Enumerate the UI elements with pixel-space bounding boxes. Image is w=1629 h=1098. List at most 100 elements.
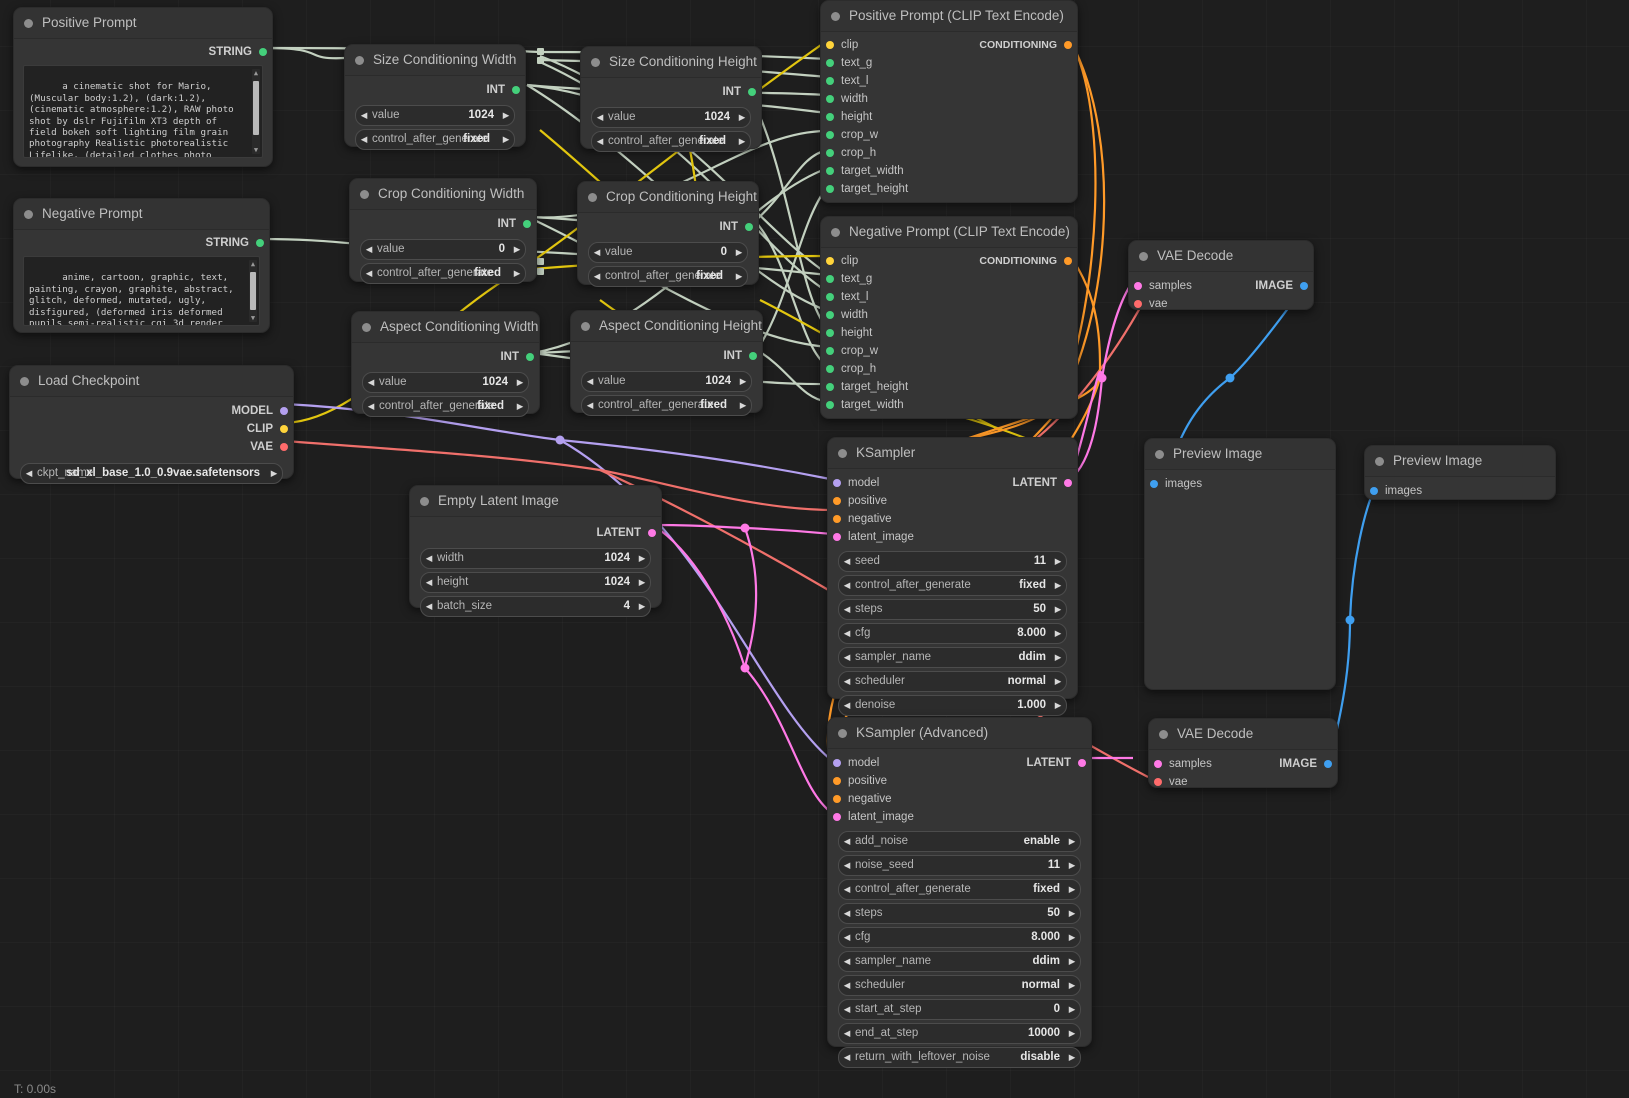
widget-denoise[interactable]: ◀ denoise 1.000 ▶ [838, 695, 1067, 716]
decrement-arrow-icon[interactable]: ◀ [839, 696, 855, 715]
widget-steps[interactable]: ◀ steps 50 ▶ [838, 599, 1067, 620]
decrement-arrow-icon[interactable]: ◀ [839, 600, 855, 619]
port-dot-icon[interactable] [826, 59, 834, 67]
port-dot-icon[interactable] [826, 185, 834, 193]
collapse-dot-icon[interactable] [24, 210, 33, 219]
scroll-down-icon[interactable]: ▼ [249, 314, 257, 322]
collapse-dot-icon[interactable] [1155, 450, 1164, 459]
increment-arrow-icon[interactable]: ▶ [734, 132, 750, 151]
port-dot-icon[interactable] [826, 347, 834, 355]
scrollbar-thumb[interactable] [250, 272, 256, 310]
input-port-positive[interactable]: positive [828, 772, 1091, 790]
widget-value[interactable]: ◀ value 0 ▶ [588, 242, 748, 263]
decrement-arrow-icon[interactable]: ◀ [589, 243, 605, 262]
node-vae-decode-bottom[interactable]: VAE Decode IMAGE samples vae [1148, 718, 1338, 788]
decrement-arrow-icon[interactable]: ◀ [839, 952, 855, 971]
widget-steps[interactable]: ◀ steps 50 ▶ [838, 903, 1081, 924]
widget-add-noise[interactable]: ◀ add_noise enable ▶ [838, 831, 1081, 852]
port-dot-icon[interactable] [833, 777, 841, 785]
port-dot-icon[interactable] [280, 407, 288, 415]
decrement-arrow-icon[interactable]: ◀ [592, 132, 608, 151]
port-dot-icon[interactable] [826, 149, 834, 157]
node-vae-decode-top[interactable]: VAE Decode IMAGE samples vae [1128, 240, 1314, 310]
widget-control-after-generate[interactable]: ◀ control_after_generate fixed ▶ [838, 879, 1081, 900]
increment-arrow-icon[interactable]: ▶ [634, 549, 650, 568]
widget-scheduler[interactable]: ◀ scheduler normal ▶ [838, 975, 1081, 996]
decrement-arrow-icon[interactable]: ◀ [356, 106, 372, 125]
input-port-latent-image[interactable]: latent_image [828, 528, 1077, 546]
output-port-string[interactable]: STRING [14, 43, 272, 61]
increment-arrow-icon[interactable]: ▶ [509, 240, 525, 259]
port-dot-icon[interactable] [833, 533, 841, 541]
collapse-dot-icon[interactable] [1159, 730, 1168, 739]
decrement-arrow-icon[interactable]: ◀ [839, 856, 855, 875]
decrement-arrow-icon[interactable]: ◀ [421, 549, 437, 568]
input-port-target-width[interactable]: target_width [821, 396, 1077, 414]
widget-value[interactable]: ◀ value 0 ▶ [360, 239, 526, 260]
input-port-target-height[interactable]: target_height [821, 180, 1077, 198]
collapse-dot-icon[interactable] [24, 19, 33, 28]
widget-cfg[interactable]: ◀ cfg 8.000 ▶ [838, 927, 1081, 948]
port-dot-icon[interactable] [833, 479, 841, 487]
port-dot-icon[interactable] [826, 257, 834, 265]
port-dot-icon[interactable] [1134, 282, 1142, 290]
collapse-dot-icon[interactable] [362, 323, 371, 332]
input-port-text-l[interactable]: text_l [821, 288, 1077, 306]
widget-control-after-generate[interactable]: ◀ control_after_generate fixed ▶ [588, 266, 748, 287]
collapse-dot-icon[interactable] [20, 377, 29, 386]
increment-arrow-icon[interactable]: ▶ [1050, 648, 1066, 667]
widget-return-with-leftover-noise[interactable]: ◀ return_with_leftover_noise disable ▶ [838, 1047, 1081, 1068]
collapse-dot-icon[interactable] [591, 58, 600, 67]
port-dot-icon[interactable] [280, 425, 288, 433]
port-dot-icon[interactable] [512, 86, 520, 94]
port-dot-icon[interactable] [256, 239, 264, 247]
port-dot-icon[interactable] [833, 515, 841, 523]
node-crop-conditioning-height[interactable]: Crop Conditioning Height INT ◀ value 0 ▶… [577, 181, 759, 285]
widget-sampler-name[interactable]: ◀ sampler_name ddim ▶ [838, 951, 1081, 972]
decrement-arrow-icon[interactable]: ◀ [592, 108, 608, 127]
input-port-crop-h[interactable]: crop_h [821, 144, 1077, 162]
widget-seed[interactable]: ◀ seed 11 ▶ [838, 551, 1067, 572]
widget-width[interactable]: ◀ width 1024 ▶ [420, 548, 651, 569]
increment-arrow-icon[interactable]: ▶ [1050, 696, 1066, 715]
scroll-up-icon[interactable]: ▲ [249, 260, 257, 268]
input-port-height[interactable]: height [821, 324, 1077, 342]
widget-ckpt-name[interactable]: ◀ ckpt_name sd_xl_base_1.0_0.9vae.safete… [20, 463, 283, 484]
output-port-string[interactable]: STRING [14, 234, 269, 252]
increment-arrow-icon[interactable]: ▶ [734, 108, 750, 127]
output-port-model[interactable]: MODEL [10, 402, 293, 420]
port-dot-icon[interactable] [280, 443, 288, 451]
node-ksampler-advanced[interactable]: KSampler (Advanced) LATENT model positiv… [827, 717, 1092, 1047]
input-port-images[interactable]: images [1365, 482, 1555, 500]
widget-height[interactable]: ◀ height 1024 ▶ [420, 572, 651, 593]
node-preview-image-2[interactable]: Preview Image images [1364, 445, 1556, 500]
output-port-clip[interactable]: CLIP [10, 420, 293, 438]
widget-control-after-generate[interactable]: ◀ control_after_generate fixed ▶ [360, 263, 526, 284]
decrement-arrow-icon[interactable]: ◀ [839, 976, 855, 995]
collapse-dot-icon[interactable] [838, 449, 847, 458]
port-dot-icon[interactable] [523, 220, 531, 228]
scrollbar-thumb[interactable] [253, 81, 259, 135]
decrement-arrow-icon[interactable]: ◀ [839, 576, 855, 595]
decrement-arrow-icon[interactable]: ◀ [589, 267, 605, 286]
port-dot-icon[interactable] [826, 95, 834, 103]
port-dot-icon[interactable] [826, 383, 834, 391]
increment-arrow-icon[interactable]: ▶ [634, 573, 650, 592]
port-dot-icon[interactable] [833, 795, 841, 803]
port-dot-icon[interactable] [1150, 480, 1158, 488]
increment-arrow-icon[interactable]: ▶ [1064, 952, 1080, 971]
widget-control-after-generate[interactable]: ◀ control_after_generate fixed ▶ [838, 575, 1067, 596]
port-dot-icon[interactable] [826, 113, 834, 121]
node-crop-conditioning-width[interactable]: Crop Conditioning Width INT ◀ value 0 ▶ … [349, 178, 537, 282]
input-port-negative[interactable]: negative [828, 510, 1077, 528]
increment-arrow-icon[interactable]: ▶ [1064, 832, 1080, 851]
node-positive-prompt[interactable]: Positive Prompt STRING a cinematic shot … [13, 7, 273, 167]
input-port-clip[interactable]: clip [821, 36, 1077, 54]
decrement-arrow-icon[interactable]: ◀ [839, 832, 855, 851]
increment-arrow-icon[interactable]: ▶ [1064, 904, 1080, 923]
increment-arrow-icon[interactable]: ▶ [512, 373, 528, 392]
widget-value[interactable]: ◀ value 1024 ▶ [355, 105, 515, 126]
widget-control-after-generate[interactable]: ◀ control_after_generate fixed ▶ [591, 131, 751, 152]
input-port-latent-image[interactable]: latent_image [828, 808, 1091, 826]
increment-arrow-icon[interactable]: ▶ [512, 397, 528, 416]
